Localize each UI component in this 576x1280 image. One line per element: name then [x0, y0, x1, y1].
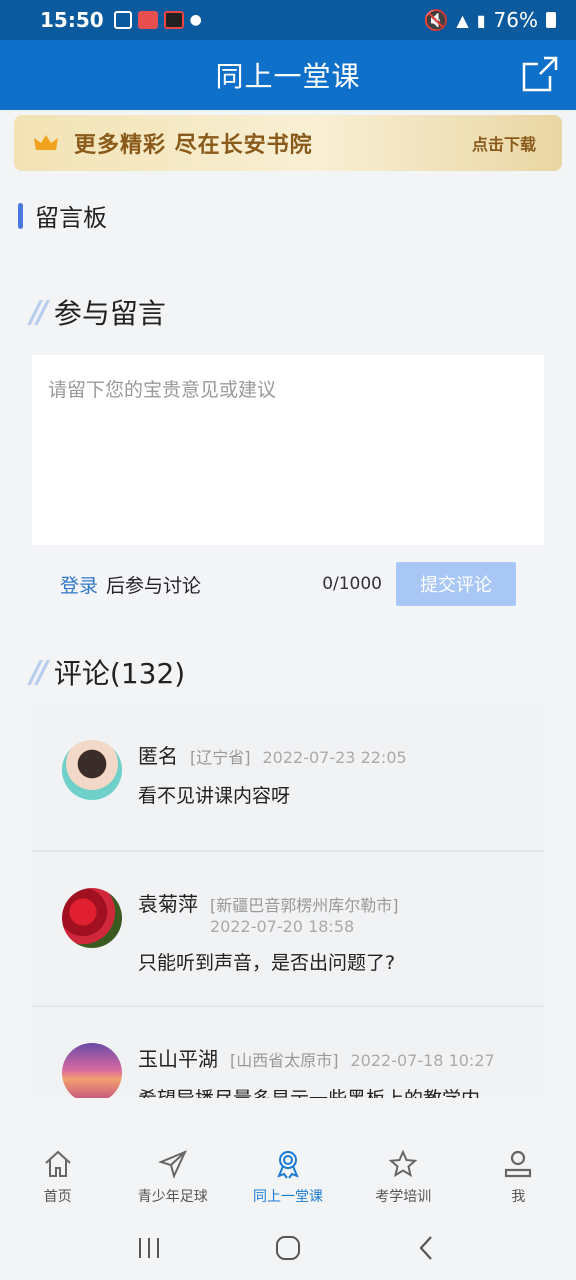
tab-label: 同上一堂课	[253, 1189, 323, 1205]
star-icon	[388, 1149, 418, 1178]
battery-icon	[546, 12, 556, 28]
char-counter: 0/1000	[322, 574, 382, 594]
login-link[interactable]: 登录	[60, 571, 98, 598]
tab-youth-football[interactable]: 青少年足球	[115, 1130, 230, 1216]
page-title: 同上一堂课	[215, 60, 361, 93]
share-icon[interactable]	[520, 54, 560, 94]
heading-slashes-icon: //	[30, 654, 48, 690]
comment-text: 希望导播尽量多显示一些黑板上的教学内	[138, 1084, 524, 1098]
tab-home[interactable]: 首页	[0, 1130, 115, 1216]
paper-plane-icon	[157, 1150, 187, 1179]
heading-accent-bar	[18, 202, 23, 229]
more-notifications-dot-icon: ●	[189, 12, 202, 28]
banner-text: 更多精彩 尽在长安书院	[74, 133, 313, 158]
app-notification-icon	[137, 11, 158, 29]
person-icon	[505, 1150, 532, 1178]
mute-icon: 🔇	[423, 8, 449, 32]
app-header: 同上一堂课	[0, 40, 576, 110]
gallery-notification-icon	[113, 11, 132, 29]
tab-label: 青少年足球	[137, 1189, 208, 1205]
login-hint: 后参与讨论	[106, 574, 202, 597]
comment-author: 玉山平湖	[138, 1047, 218, 1071]
signal-icon: ▮	[476, 10, 486, 30]
comment-author: 匿名	[138, 744, 178, 768]
comments-title: 评论(132)	[53, 657, 186, 690]
battery-percent: 76%	[493, 8, 538, 32]
award-icon	[277, 1151, 299, 1179]
comment-text: 只能听到声音，是否出问题了?	[138, 952, 396, 974]
download-link[interactable]: 点击下载	[472, 131, 536, 155]
status-time: 15:50	[40, 8, 104, 32]
avatar[interactable]	[62, 888, 122, 948]
board-heading: 留言板	[18, 198, 107, 233]
comment-text: 看不见讲课内容呀	[138, 785, 291, 807]
comments-heading: // 评论(132)	[30, 652, 185, 692]
comment-date: 2022-07-23 22:05	[262, 748, 407, 767]
tab-exam-training[interactable]: 考学培训	[346, 1130, 461, 1216]
crown-icon	[34, 135, 58, 150]
video-notification-icon	[163, 11, 184, 29]
submit-comment-button[interactable]: 提交评论	[396, 562, 516, 606]
avatar[interactable]	[62, 740, 122, 800]
comment-item: 玉山平湖 [山西省太原市] 2022-07-18 10:27 希望导播尽量多显示…	[32, 1007, 544, 1098]
comment-item: 匿名 [辽宁省] 2022-07-23 22:05 看不见讲课内容呀	[32, 704, 544, 852]
avatar[interactable]	[62, 1043, 122, 1098]
comment-date: 2022-07-20 18:58	[210, 917, 355, 936]
comment-input-box	[32, 355, 544, 545]
system-nav-bar	[0, 1216, 576, 1280]
comment-date: 2022-07-18 10:27	[350, 1051, 495, 1070]
status-bar: 15:50 ● 🔇 ▲ ▮ 76%	[0, 0, 576, 40]
comment-input[interactable]	[48, 375, 528, 525]
tab-me[interactable]: 我	[461, 1130, 576, 1216]
tab-label: 我	[511, 1189, 526, 1205]
comment-location: [新疆巴音郭楞州库尔勒市]	[210, 896, 399, 915]
tab-label: 考学培训	[375, 1189, 432, 1205]
board-title: 留言板	[35, 204, 107, 232]
heading-slashes-icon: //	[30, 294, 48, 330]
comment-author: 袁菊萍	[138, 892, 198, 916]
tab-label: 首页	[43, 1189, 72, 1205]
comments-list[interactable]: 匿名 [辽宁省] 2022-07-23 22:05 看不见讲课内容呀 袁菊萍 […	[32, 704, 544, 1098]
tab-same-class[interactable]: 同上一堂课	[230, 1130, 345, 1216]
download-banner[interactable]: 更多精彩 尽在长安书院 点击下载	[14, 115, 562, 171]
comment-item: 袁菊萍 [新疆巴音郭楞州库尔勒市] 2022-07-20 18:58 只能听到声…	[32, 852, 544, 1007]
wifi-icon: ▲	[456, 10, 469, 30]
comment-location: [山西省太原市]	[230, 1051, 339, 1070]
back-icon[interactable]	[407, 1233, 447, 1263]
home-icon	[44, 1150, 71, 1177]
participate-heading: // 参与留言	[30, 292, 166, 332]
recent-apps-icon[interactable]	[129, 1233, 169, 1263]
comment-action-bar: 登录 后参与讨论 0/1000 提交评论	[32, 545, 544, 623]
comment-location: [辽宁省]	[190, 748, 251, 767]
status-right: 🔇 ▲ ▮ 76%	[424, 8, 556, 32]
participate-title: 参与留言	[53, 297, 166, 330]
home-nav-icon[interactable]	[268, 1233, 308, 1263]
bottom-tab-bar: 首页 青少年足球 同上一堂课 考学培训 我	[0, 1130, 576, 1216]
